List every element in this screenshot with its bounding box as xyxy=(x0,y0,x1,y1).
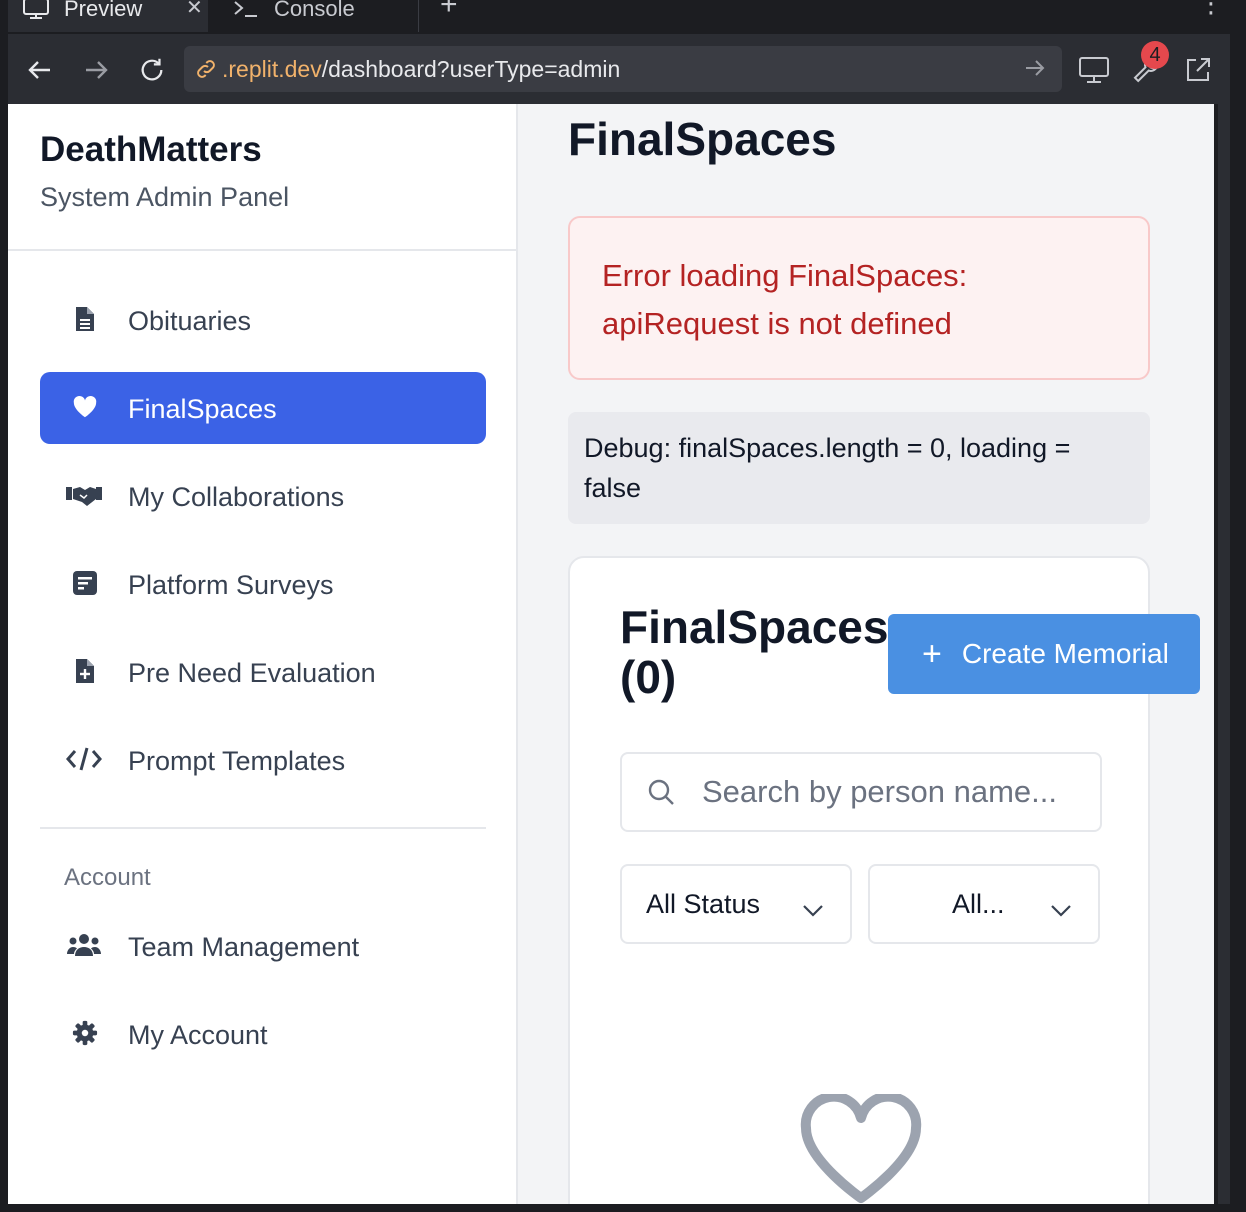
document-icon xyxy=(72,304,98,334)
file-plus-icon xyxy=(72,656,98,686)
account-section-label: Account xyxy=(64,864,151,891)
terminal-icon xyxy=(232,0,260,21)
sidebar-item-finalspaces[interactable]: FinalSpaces xyxy=(40,372,486,444)
chevron-down-icon xyxy=(1050,894,1072,925)
heart-icon xyxy=(72,392,98,422)
sidebar-item-obituaries[interactable]: Obituaries xyxy=(40,284,486,356)
sidebar-item-label: Prompt Templates xyxy=(128,746,346,776)
sidebar-item-platform-surveys[interactable]: Platform Surveys xyxy=(40,548,486,620)
browser-window: Preview ✕ Console + ⋮ .replit.dev/dashbo… xyxy=(0,0,1246,1212)
sidebar-divider xyxy=(8,249,518,251)
sidebar-item-prompt-templates[interactable]: Prompt Templates xyxy=(40,724,486,796)
tab-preview[interactable]: Preview ✕ xyxy=(8,0,208,32)
sidebar-item-label: Pre Need Evaluation xyxy=(128,658,376,688)
search-icon xyxy=(646,777,676,807)
go-arrow-icon[interactable] xyxy=(1024,57,1046,85)
tab-strip: Preview ✕ Console + ⋮ xyxy=(8,0,1230,34)
plus-icon: + xyxy=(922,635,942,673)
sidebar-item-label: My Account xyxy=(128,1020,268,1050)
monitor-icon xyxy=(22,0,50,21)
search-input[interactable] xyxy=(702,774,1082,810)
reload-icon[interactable] xyxy=(138,56,166,84)
tab-preview-label: Preview xyxy=(64,0,143,21)
devices-icon[interactable] xyxy=(1078,54,1110,86)
url-path: /dashboard?userType=admin xyxy=(321,55,621,82)
tab-console[interactable]: Console xyxy=(218,0,418,32)
users-icon xyxy=(66,930,102,960)
sidebar: DeathMatters System Admin Panel Obituari… xyxy=(8,104,518,1204)
finalspaces-card: FinalSpaces (0) + Create Memorial All St… xyxy=(568,556,1200,1204)
sidebar-item-label: Obituaries xyxy=(128,306,252,336)
sidebar-item-team-management[interactable]: Team Management xyxy=(40,910,486,982)
gear-icon xyxy=(72,1018,98,1048)
chevron-down-icon xyxy=(802,894,824,925)
external-link-icon[interactable] xyxy=(1182,54,1214,86)
brand-title: DeathMatters xyxy=(40,130,262,169)
card-title: FinalSpaces (0) xyxy=(620,601,889,703)
more-vertical-icon[interactable]: ⋮ xyxy=(1198,0,1224,16)
brand-subtitle: System Admin Panel xyxy=(40,182,290,212)
tab-console-label: Console xyxy=(274,0,355,21)
forward-arrow-icon[interactable] xyxy=(82,56,110,84)
tab-separator xyxy=(418,0,419,32)
empty-state-heart-icon xyxy=(798,1091,924,1204)
sidebar-item-label: Team Management xyxy=(128,932,360,962)
link-icon xyxy=(194,57,218,81)
type-select[interactable]: All... xyxy=(868,864,1100,944)
handshake-icon xyxy=(66,480,102,510)
sidebar-item-my-account[interactable]: My Account xyxy=(40,998,486,1070)
address-bar-row: .replit.dev/dashboard?userType=admin xyxy=(8,34,1230,104)
scrollbar[interactable] xyxy=(1218,104,1230,1204)
error-alert: Error loading FinalSpaces: apiRequest is… xyxy=(568,216,1150,380)
back-arrow-icon[interactable] xyxy=(26,56,54,84)
sidebar-item-label: Platform Surveys xyxy=(128,570,334,600)
create-memorial-button[interactable]: + Create Memorial xyxy=(888,614,1200,694)
sidebar-item-label: My Collaborations xyxy=(128,482,345,512)
url-field[interactable]: .replit.dev/dashboard?userType=admin xyxy=(184,46,1062,92)
page-title: FinalSpaces xyxy=(568,113,837,165)
close-icon[interactable]: ✕ xyxy=(186,0,203,20)
create-memorial-label: Create Memorial xyxy=(961,638,1169,669)
debug-info: Debug: finalSpaces.length = 0, loading =… xyxy=(568,412,1150,524)
status-select-value: All Status xyxy=(646,888,761,919)
sidebar-divider xyxy=(40,827,486,829)
notification-badge: 4 xyxy=(1141,41,1169,69)
sidebar-item-collaborations[interactable]: My Collaborations xyxy=(40,460,486,532)
status-select[interactable]: All Status xyxy=(620,864,852,944)
sidebar-item-label: FinalSpaces xyxy=(128,394,277,424)
url-host: .replit.dev xyxy=(222,55,322,82)
survey-icon xyxy=(72,568,98,598)
code-icon xyxy=(66,744,102,774)
type-select-value: All... xyxy=(952,888,1005,919)
search-field[interactable] xyxy=(620,752,1102,832)
new-tab-icon[interactable]: + xyxy=(440,0,458,22)
app-viewport: DeathMatters System Admin Panel Obituari… xyxy=(8,104,1214,1204)
sidebar-item-pre-need-evaluation[interactable]: Pre Need Evaluation xyxy=(40,636,486,708)
